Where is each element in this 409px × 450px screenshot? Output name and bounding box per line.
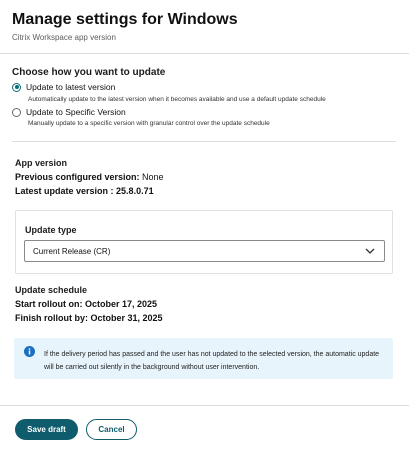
- finish-rollout-line: Finish rollout by: October 31, 2025: [15, 313, 163, 323]
- radio-button-checked[interactable]: [12, 82, 21, 92]
- start-rollout-line: Start rollout on: October 17, 2025: [15, 299, 157, 309]
- latest-version-label: Latest update version :: [15, 186, 114, 196]
- page-title: Manage settings for Windows: [12, 11, 238, 28]
- radio-update-latest[interactable]: Update to latest version: [12, 82, 115, 92]
- radio-description-latest: Automatically update to the latest versi…: [28, 96, 326, 103]
- finish-rollout-value: October 31, 2025: [90, 313, 163, 323]
- chevron-down-icon[interactable]: [365, 247, 375, 255]
- page-subtitle: Citrix Workspace app version: [12, 33, 116, 42]
- section-divider: [12, 141, 396, 142]
- radio-label-specific: Update to Specific Version: [26, 107, 126, 117]
- notice-text: If the delivery period has passed and th…: [44, 351, 380, 371]
- latest-version-line: Latest update version : 25.8.0.71: [15, 186, 154, 196]
- app-version-title: App version: [15, 158, 68, 168]
- previous-version-label: Previous configured version:: [15, 172, 140, 182]
- update-type-select[interactable]: Current Release (CR): [24, 240, 385, 262]
- start-rollout-value: October 17, 2025: [85, 299, 158, 309]
- save-draft-button[interactable]: Save draft: [15, 419, 78, 440]
- update-type-label: Update type: [25, 225, 77, 235]
- update-type-panel: Update type Current Release (CR): [15, 210, 393, 274]
- radio-button-unchecked[interactable]: [12, 107, 21, 117]
- radio-description-specific: Manually update to a specific version wi…: [28, 120, 270, 127]
- info-notice: If the delivery period has passed and th…: [14, 338, 393, 379]
- dialog-footer: Save draft Cancel: [0, 405, 409, 450]
- radio-update-specific[interactable]: Update to Specific Version: [12, 107, 126, 117]
- update-schedule-title: Update schedule: [15, 285, 88, 295]
- update-method-title: Choose how you want to update: [12, 67, 166, 78]
- cancel-button[interactable]: Cancel: [86, 419, 137, 440]
- latest-version-value: 25.8.0.71: [116, 186, 154, 196]
- start-rollout-label: Start rollout on:: [15, 299, 83, 309]
- update-type-selected-value: Current Release (CR): [33, 246, 111, 256]
- info-icon: [24, 346, 35, 357]
- previous-version-value: None: [142, 172, 164, 182]
- radio-label-latest: Update to latest version: [26, 82, 116, 92]
- previous-version-line: Previous configured version: None: [15, 172, 164, 182]
- finish-rollout-label: Finish rollout by:: [15, 313, 88, 323]
- dialog-header: Manage settings for Windows Citrix Works…: [0, 0, 409, 54]
